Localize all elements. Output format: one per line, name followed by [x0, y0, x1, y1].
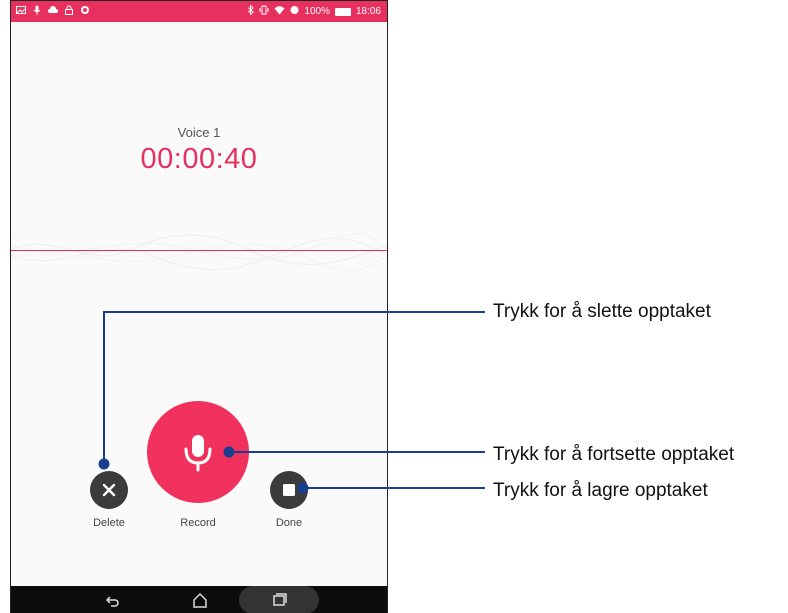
record-callout-text: Trykk for å fortsette opptaket — [493, 444, 735, 465]
delete-callout-dot — [98, 458, 110, 470]
delete-callout-text: Trykk for å slette opptaket — [493, 301, 711, 322]
delete-callout-line — [103, 311, 485, 464]
record-callout-dot — [223, 446, 235, 458]
done-callout-text: Trykk for å lagre opptaket — [493, 480, 708, 501]
done-callout-dot — [297, 482, 309, 494]
